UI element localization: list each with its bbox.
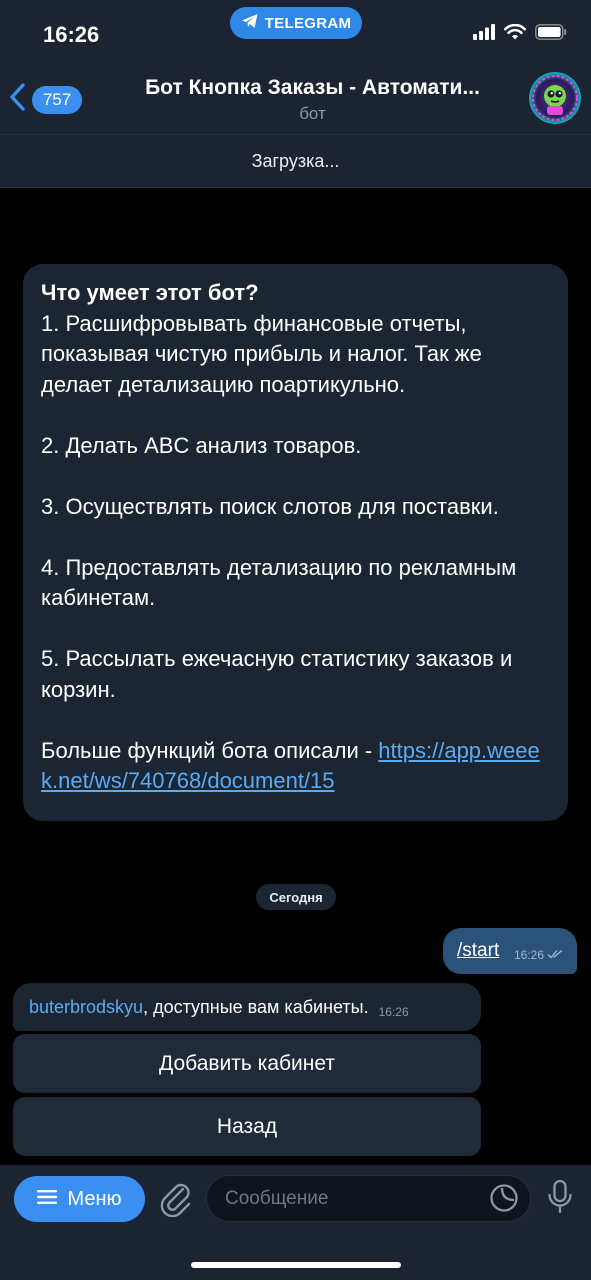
chat-area: Что умеет этот бот? 1. Расшифровывать фи… <box>0 189 591 1165</box>
incoming-time: 16:26 <box>378 1005 409 1019</box>
hamburger-icon <box>37 1188 58 1211</box>
menu-label: Меню <box>67 1187 122 1210</box>
unread-badge: 757 <box>32 85 82 114</box>
status-bar: 16:26 TELEGRAM <box>0 0 591 64</box>
wifi-icon <box>504 23 526 45</box>
microphone-icon <box>546 1179 574 1219</box>
date-chip: Сегодня <box>256 884 336 910</box>
outgoing-time: 16:26 <box>513 948 544 962</box>
battery-icon <box>535 24 567 45</box>
paperclip-icon <box>159 1183 193 1221</box>
telegram-pill[interactable]: TELEGRAM <box>230 7 362 39</box>
message-input[interactable] <box>206 1175 531 1222</box>
read-check-icon <box>547 948 563 962</box>
intro-body-text: 1. Расшифровывать финансовые отчеты, пок… <box>41 310 517 702</box>
chat-title[interactable]: Бот Кнопка Заказы - Автомати... <box>110 76 515 100</box>
back-keyboard-button[interactable]: Назад <box>13 1097 481 1156</box>
sticker-icon <box>489 1184 519 1217</box>
status-icons <box>473 23 567 45</box>
attach-button[interactable] <box>159 1179 193 1222</box>
chat-header: 757 Бот Кнопка Заказы - Автомати... бот <box>0 64 591 134</box>
incoming-text: , доступные вам кабинеты. <box>143 996 369 1017</box>
incoming-message: buterbrodskyu , доступные вам кабинеты. … <box>13 983 481 1031</box>
back-button[interactable]: 757 <box>8 82 82 117</box>
telegram-plane-icon <box>241 13 259 33</box>
add-cabinet-button[interactable]: Добавить кабинет <box>13 1034 481 1093</box>
start-command[interactable]: /start <box>457 940 499 962</box>
bot-intro-card: Что умеет этот бот? 1. Расшифровывать фи… <box>23 264 568 821</box>
chat-subtitle: бот <box>299 104 326 123</box>
telegram-pill-label: TELEGRAM <box>264 14 352 32</box>
signal-icon <box>473 24 495 45</box>
microphone-button[interactable] <box>546 1179 574 1220</box>
loading-bar: Загрузка... <box>0 134 591 188</box>
bot-avatar[interactable] <box>529 72 581 124</box>
home-indicator[interactable] <box>191 1262 401 1268</box>
outgoing-meta: 16:26 <box>514 948 563 962</box>
chevron-left-icon <box>8 82 28 117</box>
intro-more-text: Больше функций бота описали - <box>41 737 379 763</box>
user-mention[interactable]: buterbrodskyu <box>29 997 143 1018</box>
intro-title: Что умеет этот бот? <box>41 280 259 305</box>
intro-body: 1. Расшифровывать финансовые отчеты, пок… <box>41 309 550 797</box>
menu-button[interactable]: Меню <box>14 1176 145 1222</box>
outgoing-message: /start 16:26 <box>443 928 577 974</box>
sticker-button[interactable] <box>489 1183 519 1218</box>
status-time: 16:26 <box>43 22 100 47</box>
